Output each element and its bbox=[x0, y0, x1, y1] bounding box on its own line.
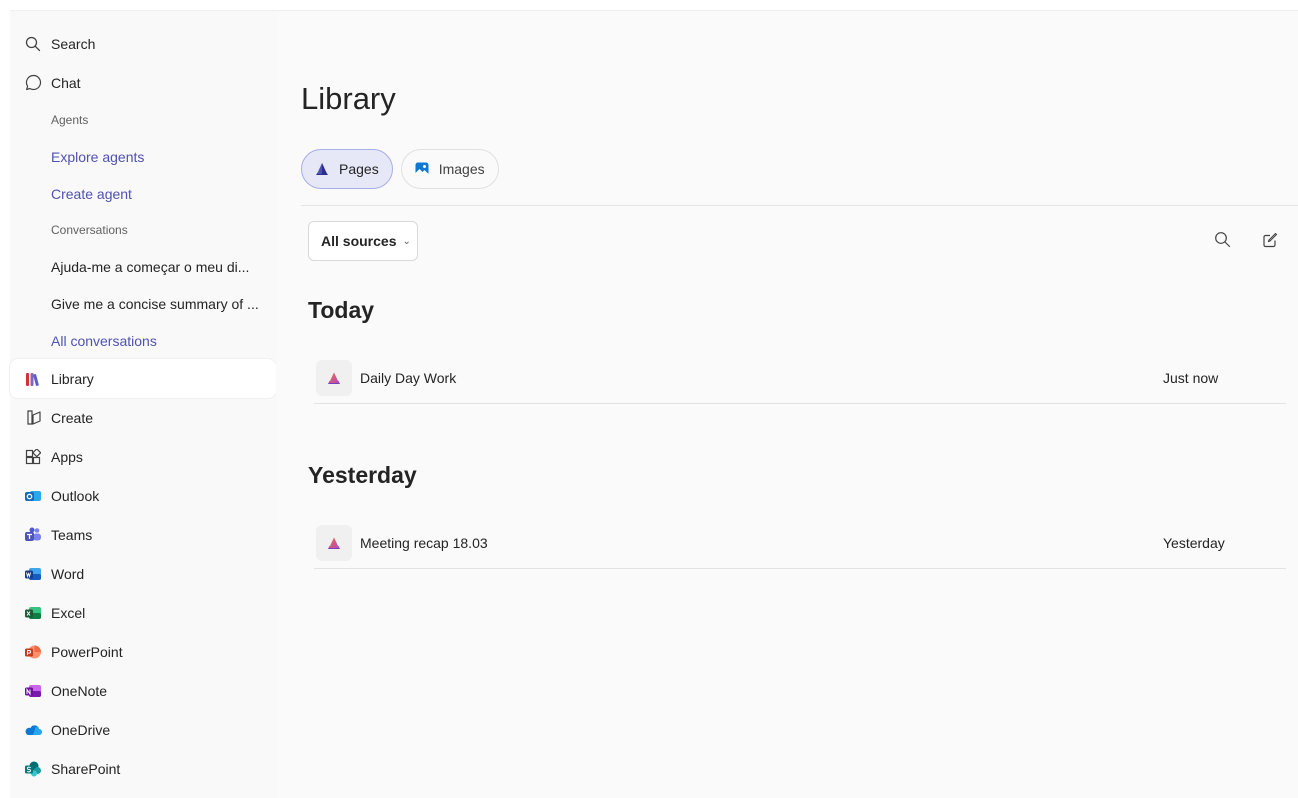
compose-icon bbox=[1262, 232, 1278, 253]
source-filter-dropdown[interactable]: All sources ⌄ bbox=[308, 221, 418, 261]
sidebar-item-label: Create bbox=[51, 409, 94, 426]
page-doc-icon bbox=[316, 524, 352, 561]
page-title: Library bbox=[301, 81, 396, 116]
sidebar-item-search[interactable]: Search bbox=[10, 24, 276, 63]
chevron-down-icon: ⌄ bbox=[402, 235, 411, 247]
page-timestamp: Yesterday bbox=[1163, 534, 1225, 551]
conversations-section-label: Conversations bbox=[51, 223, 128, 237]
tab-label: Pages bbox=[339, 161, 379, 177]
group-heading-today: Today bbox=[308, 297, 375, 323]
page-name: Meeting recap 18.03 bbox=[360, 534, 488, 551]
sidebar-app-onedrive[interactable]: OneDrive bbox=[10, 710, 276, 749]
divider bbox=[301, 205, 1298, 206]
page-doc-icon bbox=[316, 359, 352, 396]
onedrive-icon bbox=[24, 721, 42, 739]
new-page-button[interactable] bbox=[1260, 232, 1280, 252]
pages-icon bbox=[313, 160, 331, 178]
library-books-icon bbox=[24, 370, 42, 388]
list-item[interactable]: Meeting recap 18.03 Yesterday bbox=[314, 517, 1286, 569]
sidebar-item-label: OneNote bbox=[51, 682, 108, 699]
outlook-icon bbox=[24, 487, 42, 505]
search-library-button[interactable] bbox=[1212, 232, 1232, 252]
create-agent-link[interactable]: Create agent bbox=[10, 175, 276, 212]
sidebar-item-label: Word bbox=[51, 565, 85, 582]
sidebar-item-label: Excel bbox=[51, 604, 86, 621]
sidebar-item-label: Outlook bbox=[51, 487, 100, 504]
sidebar-app-powerpoint[interactable]: PowerPoint bbox=[10, 632, 276, 671]
sidebar-item-label: PowerPoint bbox=[51, 643, 123, 660]
conversation-item[interactable]: Ajuda-me a começar o meu di... bbox=[10, 248, 276, 285]
sidebar-item-label: SharePoint bbox=[51, 760, 121, 777]
all-conversations-link[interactable]: All conversations bbox=[10, 322, 276, 359]
excel-icon bbox=[24, 604, 42, 622]
search-icon bbox=[1214, 231, 1231, 253]
sidebar-item-apps[interactable]: Apps bbox=[10, 437, 276, 476]
agents-section-label: Agents bbox=[51, 113, 89, 127]
tab-pages[interactable]: Pages bbox=[301, 149, 393, 189]
page-name: Daily Day Work bbox=[360, 369, 457, 386]
tab-label: Images bbox=[438, 161, 485, 177]
sidebar-item-library[interactable]: Library bbox=[10, 359, 276, 398]
word-icon bbox=[24, 565, 42, 583]
sidebar-app-excel[interactable]: Excel bbox=[10, 593, 276, 632]
library-main: Library Pages Images All sources ⌄ Today… bbox=[276, 11, 1298, 798]
explore-agents-link[interactable]: Explore agents bbox=[10, 138, 276, 175]
sidebar-app-teams[interactable]: Teams bbox=[10, 515, 276, 554]
sidebar-app-sharepoint[interactable]: SharePoint bbox=[10, 749, 276, 788]
onenote-icon bbox=[24, 682, 42, 700]
sharepoint-icon bbox=[24, 760, 42, 778]
sidebar-item-label: Search bbox=[51, 35, 96, 52]
sidebar-app-onenote[interactable]: OneNote bbox=[10, 671, 276, 710]
sidebar-item-label: Chat bbox=[51, 74, 81, 91]
sidebar-item-label: Apps bbox=[51, 448, 83, 465]
group-heading-yesterday: Yesterday bbox=[308, 462, 417, 488]
app-window: Search Chat Agents Explore agents Create… bbox=[10, 10, 1298, 798]
library-tabs: Pages Images bbox=[301, 149, 499, 189]
sidebar-app-word[interactable]: Word bbox=[10, 554, 276, 593]
conversation-item[interactable]: Give me a concise summary of ... bbox=[10, 285, 276, 322]
chat-bubble-icon bbox=[24, 74, 42, 92]
sidebar-item-create[interactable]: Create bbox=[10, 398, 276, 437]
teams-icon bbox=[24, 526, 42, 544]
sidebar-app-outlook[interactable]: Outlook bbox=[10, 476, 276, 515]
sidebar-item-label: Library bbox=[51, 370, 94, 387]
apps-grid-icon bbox=[24, 448, 42, 466]
list-item[interactable]: Daily Day Work Just now bbox=[314, 352, 1286, 404]
sidebar-item-chat[interactable]: Chat bbox=[10, 63, 276, 102]
powerpoint-icon bbox=[24, 643, 42, 661]
source-filter-label: All sources bbox=[321, 233, 397, 249]
page-timestamp: Just now bbox=[1163, 369, 1219, 386]
search-icon bbox=[24, 35, 42, 53]
create-icon bbox=[24, 409, 42, 427]
sidebar: Search Chat Agents Explore agents Create… bbox=[10, 11, 276, 798]
sidebar-item-label: Teams bbox=[51, 526, 93, 543]
images-icon bbox=[413, 160, 431, 178]
sidebar-item-label: OneDrive bbox=[51, 721, 111, 738]
tab-images[interactable]: Images bbox=[400, 149, 499, 189]
